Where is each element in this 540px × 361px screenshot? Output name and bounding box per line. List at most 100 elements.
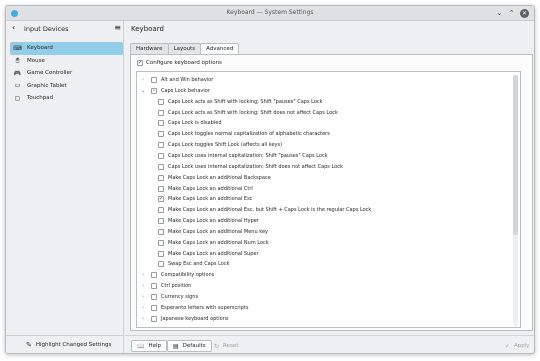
option-checkbox[interactable] xyxy=(158,261,164,268)
main-content: Keyboard Hardware Layouts Advanced ✓ Confi… xyxy=(125,21,534,353)
tree-option-row[interactable]: Caps Lock is disabled xyxy=(153,118,222,128)
sidebar-item-label: Game Controller xyxy=(27,70,73,77)
defaults-label: Defaults xyxy=(182,343,206,349)
option-checkbox[interactable] xyxy=(158,174,164,181)
tree-option-row[interactable]: Caps Lock toggles Shift Lock (affects al… xyxy=(153,140,282,150)
sidebar-item-mouse[interactable]: 🖱 Mouse xyxy=(10,55,123,68)
option-checkbox[interactable] xyxy=(158,131,164,138)
advanced-panel: ✓ Configure keyboard options › Alt and Wi… xyxy=(130,54,533,331)
tree-option-row[interactable]: Make Caps Lock an additional Esc, but Sh… xyxy=(153,205,371,215)
chevron-right-icon[interactable]: › xyxy=(140,305,146,311)
back-arrow-icon[interactable]: ‹ xyxy=(12,23,15,32)
sidebar-item-keyboard[interactable]: ⌨ Keyboard xyxy=(10,42,123,55)
minimize-icon[interactable]: ⌄ xyxy=(495,9,504,18)
option-checkbox[interactable] xyxy=(151,77,157,83)
tree-group-row[interactable]: › Currency signs xyxy=(140,292,198,302)
tree-group-row[interactable]: › Ctrl position xyxy=(140,281,191,291)
sidebar-footer: ✎ Highlight Changed Settings xyxy=(6,335,124,353)
tree-option-row[interactable]: Caps Lock uses internal capitalization; … xyxy=(153,162,343,172)
tree-group-row[interactable]: ⌄ – Caps Lock behavior xyxy=(140,86,210,96)
chevron-right-icon[interactable]: › xyxy=(140,294,146,300)
option-checkbox[interactable] xyxy=(158,109,164,116)
configure-options-toggle[interactable]: ✓ Configure keyboard options xyxy=(137,60,222,66)
tree-option-row[interactable]: Make Caps Lock an additional Menu key xyxy=(153,227,268,237)
option-checkbox[interactable] xyxy=(158,98,164,105)
tree-group-row[interactable]: › Compatibility options xyxy=(140,270,214,280)
option-label: Make Caps Lock an additional Hyper xyxy=(168,218,259,225)
tab-layouts[interactable]: Layouts xyxy=(167,43,202,54)
tree-option-row[interactable]: Make Caps Lock an additional Num Lock xyxy=(153,238,269,248)
pencil-icon: ✎ xyxy=(26,341,32,349)
option-label: Caps Lock behavior xyxy=(161,87,210,94)
maximize-icon[interactable]: ⌃ xyxy=(507,9,516,18)
tree-option-row[interactable]: Caps Lock uses internal capitalization; … xyxy=(153,151,328,161)
tree-scrollbar[interactable] xyxy=(513,75,518,326)
option-checkbox[interactable] xyxy=(151,294,157,300)
option-checkbox[interactable] xyxy=(158,228,164,235)
defaults-button[interactable]: ▤ Defaults xyxy=(167,340,212,352)
tab-hardware[interactable]: Hardware xyxy=(130,43,169,54)
chevron-right-icon[interactable]: › xyxy=(140,316,146,322)
option-checkbox[interactable] xyxy=(158,163,164,170)
tree-option-row[interactable]: Make Caps Lock an additional Backspace xyxy=(153,173,271,183)
option-checkbox[interactable]: ✓ xyxy=(158,196,164,203)
close-icon[interactable]: ✕ xyxy=(520,9,529,18)
option-checkbox[interactable] xyxy=(158,185,164,192)
sidebar-item-touchpad[interactable]: ▢ Touchpad xyxy=(10,92,123,105)
reset-button[interactable]: ↻ Reset xyxy=(208,340,244,352)
option-label: Alt and Win behavior xyxy=(161,77,214,83)
tree-option-row[interactable]: Caps Lock toggles normal capitalization … xyxy=(153,129,330,139)
reset-icon: ↻ xyxy=(214,342,220,350)
options-tree: › Alt and Win behavior ⌄ – Caps Lock behavio… xyxy=(136,71,521,328)
tree-option-row[interactable]: Make Caps Lock an additional Ctrl xyxy=(153,184,253,194)
tree-option-row[interactable]: Caps Lock acts as Shift with locking; Sh… xyxy=(153,97,323,107)
option-checkbox[interactable] xyxy=(151,315,157,322)
option-checkbox[interactable] xyxy=(158,142,164,149)
sidebar-item-game-controller[interactable]: 🎮 Game Controller xyxy=(10,67,123,80)
tab-advanced[interactable]: Advanced xyxy=(200,43,240,54)
chevron-right-icon[interactable]: › xyxy=(140,283,146,289)
hamburger-menu-icon[interactable]: ≡ xyxy=(114,23,121,32)
chevron-down-icon[interactable]: ⌄ xyxy=(140,88,146,94)
option-checkbox[interactable] xyxy=(158,239,164,246)
tree-option-row[interactable]: Make Caps Lock an additional Hyper xyxy=(153,216,259,226)
option-checkbox[interactable] xyxy=(158,152,164,159)
tree-group-row[interactable]: › Key sequence to kill the X server xyxy=(140,325,243,328)
tree-option-row[interactable]: Swap Esc and Caps Lock xyxy=(153,259,230,269)
option-checkbox[interactable] xyxy=(151,304,157,311)
sidebar-item-graphic-tablet[interactable]: ▭ Graphic Tablet xyxy=(10,80,123,93)
option-label: Caps Lock toggles Shift Lock (affects al… xyxy=(168,142,283,149)
option-label: Make Caps Lock an additional Num Lock xyxy=(168,239,269,246)
tree-group-row[interactable]: › Esperanto letters with superscripts xyxy=(140,303,248,313)
option-label: Caps Lock acts as Shift with locking; Sh… xyxy=(168,109,338,116)
tree-group-row[interactable]: › Japanese keyboard options xyxy=(140,314,229,324)
option-checkbox[interactable] xyxy=(151,326,157,327)
chevron-right-icon[interactable]: › xyxy=(140,77,146,83)
sidebar-item-label: Keyboard xyxy=(27,45,53,52)
help-button[interactable]: 📖 Help xyxy=(131,340,168,352)
chevron-right-icon[interactable]: › xyxy=(140,327,146,328)
option-checkbox[interactable]: – xyxy=(151,87,157,94)
option-checkbox[interactable] xyxy=(151,283,157,290)
option-label: Caps Lock uses internal capitalization; … xyxy=(168,163,343,170)
option-checkbox[interactable] xyxy=(158,120,164,127)
tree-option-row[interactable]: Make Caps Lock an additional Super xyxy=(153,249,259,259)
apply-button[interactable]: ✓ Apply xyxy=(499,340,534,352)
tree-group-row[interactable]: › Alt and Win behavior xyxy=(140,75,213,85)
option-checkbox[interactable] xyxy=(158,218,164,225)
option-checkbox[interactable] xyxy=(158,207,164,214)
tree-option-row[interactable]: ✓ Make Caps Lock an additional Esc xyxy=(153,194,252,204)
tree-option-row[interactable]: Caps Lock acts as Shift with locking; Sh… xyxy=(153,108,338,118)
chevron-right-icon[interactable]: › xyxy=(140,272,146,278)
option-checkbox[interactable] xyxy=(151,272,157,279)
configure-checkbox[interactable]: ✓ xyxy=(137,60,143,66)
option-checkbox[interactable] xyxy=(158,250,164,257)
sidebar-item-label: Graphic Tablet xyxy=(27,82,67,89)
gamepad-icon: 🎮 xyxy=(13,69,22,77)
keyboard-icon: ⌨ xyxy=(13,44,22,52)
highlight-changed-button[interactable]: ✎ Highlight Changed Settings xyxy=(26,341,111,349)
option-label: Make Caps Lock an additional Esc xyxy=(168,196,253,203)
title-bar[interactable]: Keyboard — System Settings ⌄ ⌃ ✕ xyxy=(6,6,534,21)
scrollbar-thumb[interactable] xyxy=(513,75,518,235)
touchpad-icon: ▢ xyxy=(14,94,21,102)
